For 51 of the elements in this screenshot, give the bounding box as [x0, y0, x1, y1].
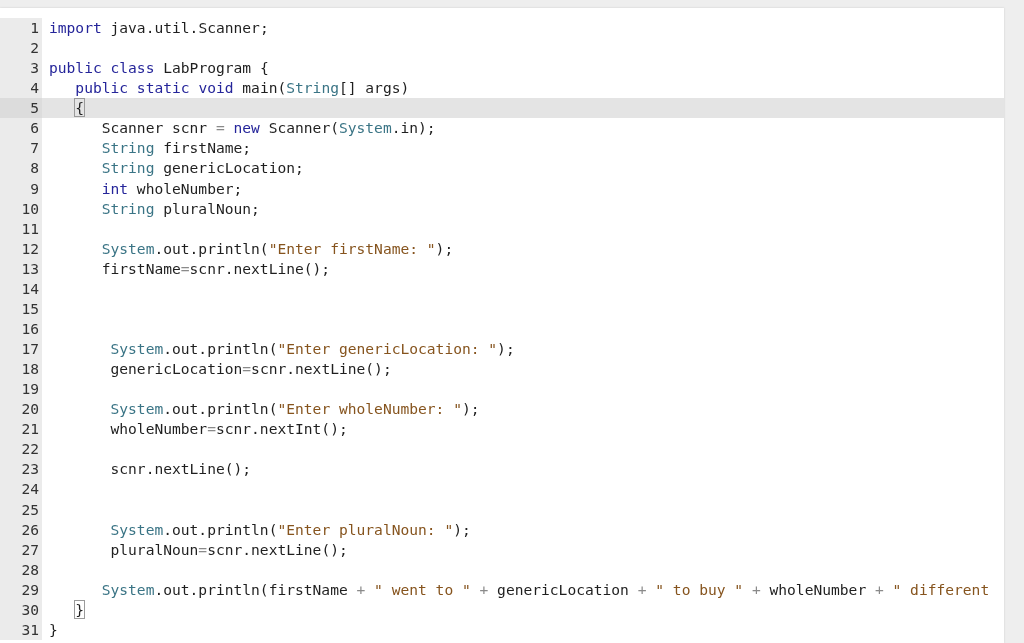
line-number: 30 [21, 599, 40, 620]
line-number: 22 [21, 439, 40, 460]
line-number: 4 [30, 78, 40, 99]
line-number: 20 [21, 399, 40, 420]
line-number: 29 [21, 579, 40, 600]
code-line: firstName=scnr.nextLine(); [100, 258, 332, 279]
line-number: 19 [21, 379, 40, 400]
line-number: 23 [21, 459, 40, 480]
code-line: System.out.println("Enter pluralNoun: "); [109, 519, 472, 540]
line-number: 7 [30, 138, 40, 159]
line-number: 13 [21, 258, 40, 279]
code-line: public class LabProgram { [48, 58, 270, 79]
line-number: 15 [21, 298, 40, 319]
code-line: String pluralNoun; [100, 198, 261, 219]
line-number: 11 [21, 218, 40, 239]
code-line: Scanner scnr = new Scanner(System.in); [100, 118, 437, 139]
line-number: 26 [21, 519, 40, 540]
line-number: 3 [30, 58, 40, 79]
line-number: 14 [21, 278, 40, 299]
code-line: System.out.println("Enter wholeNumber: "); [109, 399, 481, 420]
line-number: 21 [21, 419, 40, 440]
line-number: 9 [30, 178, 40, 199]
code-line: genericLocation=scnr.nextLine(); [109, 359, 393, 380]
code-line: System.out.println("Enter genericLocation: "); [109, 339, 516, 359]
line-number: 12 [21, 238, 40, 259]
code-line: import java.util.Scanner; [48, 18, 270, 38]
line-number: 2 [30, 38, 40, 59]
line-number: 16 [21, 318, 40, 339]
line-number: 25 [21, 499, 40, 520]
code-line: scnr.nextLine(); [109, 459, 253, 480]
line-number: 31 [21, 619, 40, 640]
line-number: 24 [21, 479, 40, 500]
code-line: int wholeNumber; [100, 178, 244, 199]
line-number: 28 [21, 559, 40, 580]
line-number: 18 [21, 359, 40, 380]
code-line: } [48, 619, 59, 640]
code-line: String genericLocation; [100, 158, 305, 179]
line-number: 5 [30, 98, 40, 119]
line-number: 27 [21, 539, 40, 560]
line-number: 10 [21, 198, 40, 219]
code-line: public static void main(String[] args) [74, 78, 411, 99]
line-number: 8 [30, 158, 40, 179]
line-number: 1 [30, 18, 40, 38]
code-line: pluralNoun=scnr.nextLine(); [109, 539, 349, 560]
code-line: String firstName; [100, 138, 253, 159]
code-line: System.out.println("Enter firstName: "); [100, 238, 455, 259]
code-line: wholeNumber=scnr.nextInt(); [109, 419, 349, 440]
code-line: System.out.println(firstName + " went to " + genericLocation + " to buy " + wholeNumber + " different [100, 579, 991, 600]
line-number: 17 [21, 339, 40, 359]
line-number: 6 [30, 118, 40, 139]
code-line: } [74, 599, 86, 620]
